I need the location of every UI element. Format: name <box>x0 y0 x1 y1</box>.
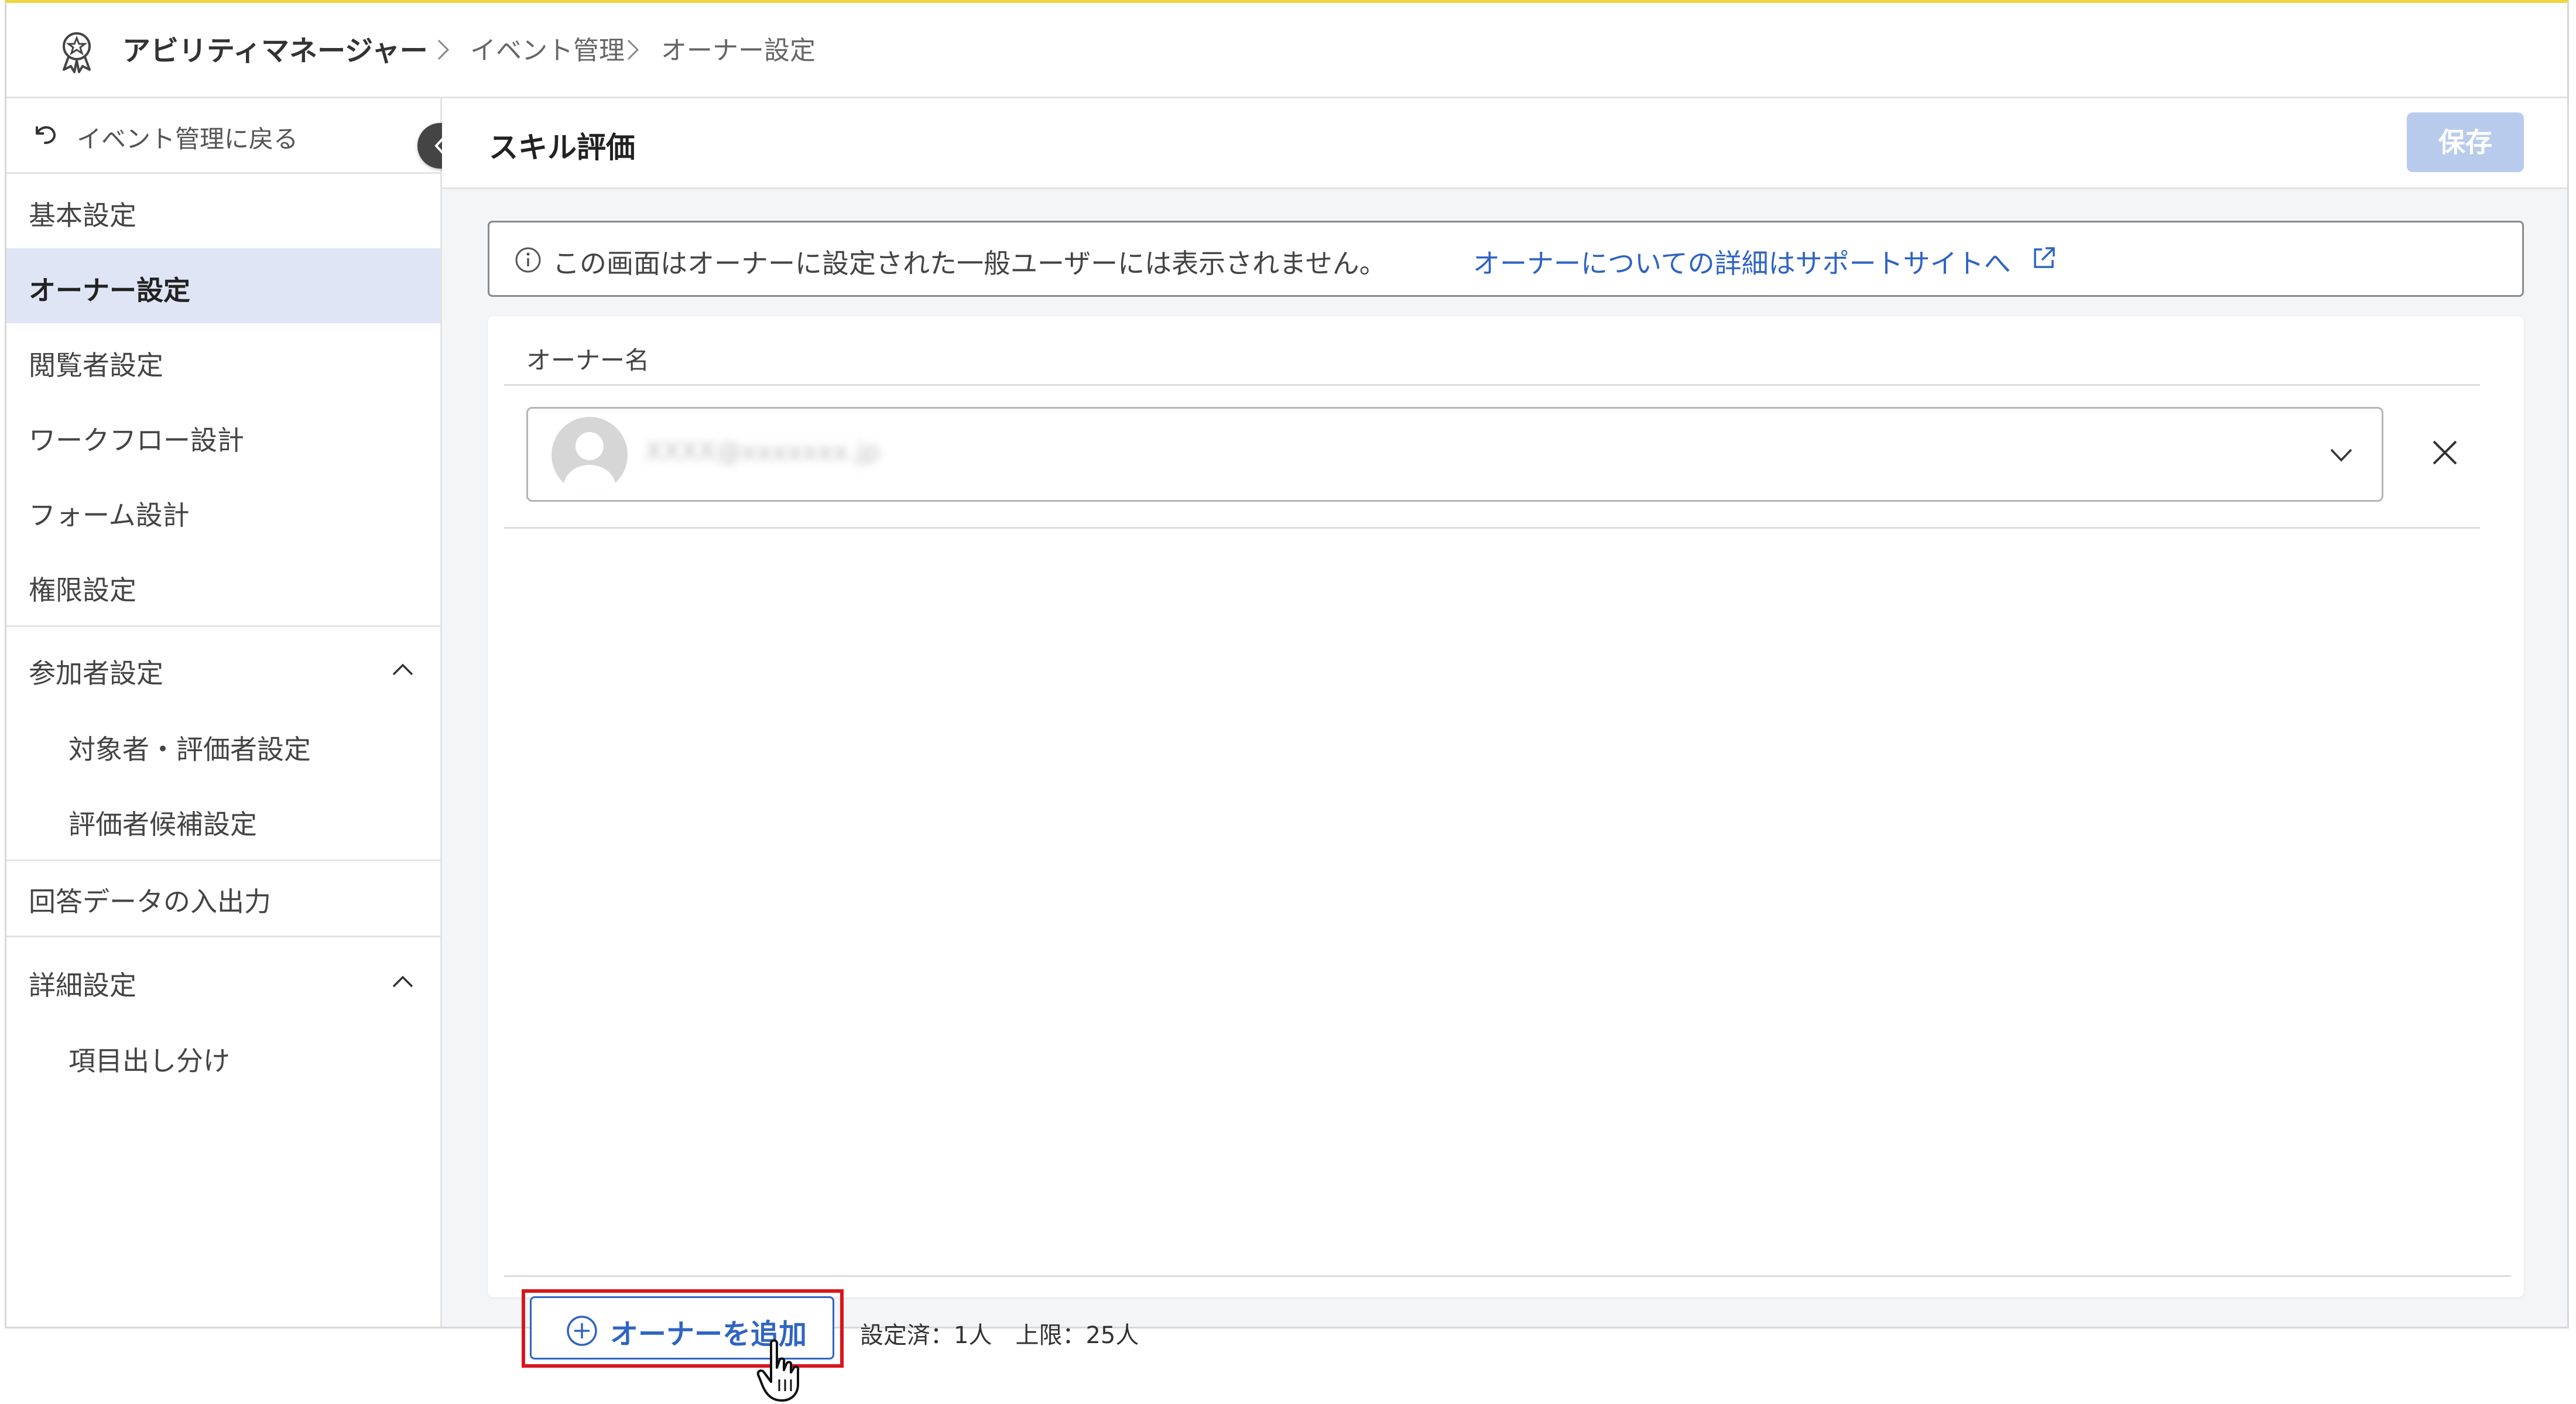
page-header: スキル評価 保存 <box>442 98 2567 189</box>
divider <box>504 384 2480 386</box>
info-notice: この画面はオーナーに設定された一般ユーザーには表示されません。 オーナーについて… <box>488 221 2524 297</box>
owner-select[interactable]: XXXX@xxxxxxx.jp <box>526 407 2383 502</box>
sidebar-group-advanced-settings[interactable]: 詳細設定 <box>6 943 440 1018</box>
sidebar-group-label: 参加者設定 <box>29 658 163 689</box>
sidebar-item-target-evaluator-settings[interactable]: 対象者・評価者設定 <box>6 707 440 782</box>
support-site-link[interactable]: オーナーについての詳細はサポートサイトへ <box>1473 242 2011 281</box>
sidebar-item-basic-settings[interactable]: 基本設定 <box>6 173 440 248</box>
top-bar: アビリティマネージャー イベント管理 オーナー設定 <box>6 3 2567 98</box>
back-label: イベント管理に戻る <box>77 125 299 153</box>
sidebar-item-owner-settings[interactable]: オーナー設定 <box>6 248 440 323</box>
back-to-event-management[interactable]: イベント管理に戻る <box>6 98 440 174</box>
divider <box>6 625 440 627</box>
chevron-right-icon <box>437 39 450 60</box>
divider <box>504 527 2480 529</box>
chevron-up-icon <box>392 975 413 988</box>
divider <box>504 1275 2511 1277</box>
plus-circle-icon <box>567 1316 597 1346</box>
sidebar-item-label: 対象者・評価者設定 <box>68 734 311 765</box>
undo-arrow-icon <box>36 126 56 144</box>
sidebar-item-label: 権限設定 <box>29 574 136 606</box>
external-link-icon[interactable] <box>2029 244 2058 273</box>
breadcrumb-event-management[interactable]: イベント管理 <box>470 35 625 67</box>
award-badge-icon <box>63 32 91 73</box>
avatar <box>551 417 628 493</box>
sidebar-item-form-design[interactable]: フォーム設計 <box>6 473 440 548</box>
sidebar-group-participant-settings[interactable]: 参加者設定 <box>6 631 440 706</box>
main-content: スキル評価 保存 この画面はオーナーに設定された一般ユーザーには表示されません。… <box>442 98 2567 1402</box>
column-header-owner-name: オーナー名 <box>526 346 650 375</box>
info-icon <box>515 247 541 273</box>
sidebar-item-label: 閲覧者設定 <box>29 350 163 381</box>
chevron-right-icon <box>627 39 639 60</box>
sidebar-item-permission-settings[interactable]: 権限設定 <box>6 548 440 623</box>
chevron-down-icon[interactable] <box>2327 441 2356 467</box>
breadcrumb-owner-settings: オーナー設定 <box>661 36 816 66</box>
owner-email: XXXX@xxxxxxx.jp <box>645 437 880 467</box>
owner-panel: オーナー名 XXXX@xxxxxxx.jp オーナーを追加 設定済：1人 上限：… <box>488 316 2524 1402</box>
sidebar: イベント管理に戻る 基本設定 オーナー設定 閲覧者設定 ワークフロー設計 フォー… <box>6 98 442 1327</box>
sidebar-group-label: 詳細設定 <box>29 970 136 1001</box>
close-icon[interactable] <box>2426 433 2464 472</box>
sidebar-item-label: 基本設定 <box>29 200 136 231</box>
sidebar-item-evaluator-candidate-settings[interactable]: 評価者候補設定 <box>6 782 440 857</box>
user-placeholder-icon <box>564 432 615 493</box>
hand-pointer-icon <box>756 1339 800 1402</box>
sidebar-item-label: オーナー設定 <box>29 275 190 306</box>
save-button[interactable]: 保存 <box>2407 112 2524 172</box>
sidebar-item-workflow-design[interactable]: ワークフロー設計 <box>6 398 440 473</box>
app-name[interactable]: アビリティマネージャー <box>122 35 428 67</box>
owner-count-info: 設定済：1人 上限：25人 <box>860 1322 1139 1349</box>
notice-text: この画面はオーナーに設定された一般ユーザーには表示されません。 <box>553 248 1386 279</box>
sidebar-item-viewer-settings[interactable]: 閲覧者設定 <box>6 323 440 398</box>
sidebar-item-field-branching[interactable]: 項目出し分け <box>6 1019 440 1094</box>
chevron-up-icon <box>392 663 413 676</box>
sidebar-item-label: 項目出し分け <box>68 1045 230 1077</box>
sidebar-item-label: 評価者候補設定 <box>68 809 257 840</box>
sidebar-item-label: 回答データの入出力 <box>29 886 271 917</box>
page-title: スキル評価 <box>489 131 635 165</box>
divider <box>6 936 440 937</box>
sidebar-item-response-data-io[interactable]: 回答データの入出力 <box>6 859 440 934</box>
sidebar-item-label: ワークフロー設計 <box>29 424 244 456</box>
sidebar-item-label: フォーム設計 <box>29 499 190 531</box>
